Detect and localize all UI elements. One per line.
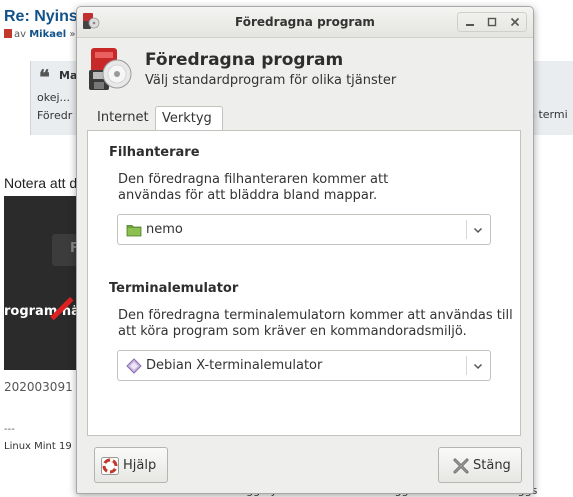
dialog-subheading: Välj standardprogram för olika tjänster bbox=[145, 73, 397, 88]
quote-line: Föredr bbox=[37, 109, 73, 122]
file-manager-description: Den föredragna filhanteraren kommer att … bbox=[118, 172, 389, 203]
combo-separator bbox=[466, 220, 467, 239]
terminal-selected: Debian X-terminalemulator bbox=[146, 358, 323, 373]
file-manager-selected: nemo bbox=[146, 222, 183, 237]
maximize-icon bbox=[487, 17, 497, 27]
close-icon bbox=[510, 17, 520, 27]
post-byline: av Mikael » . bbox=[4, 29, 82, 40]
chevron-down-icon bbox=[473, 227, 483, 234]
tab-panel-verktyg: Filhanterare Den föredragna filhanterare… bbox=[87, 130, 521, 436]
signature-divider: --- bbox=[4, 424, 15, 435]
dialog-header: Föredragna program Välj standardprogram … bbox=[77, 38, 533, 100]
title-bar[interactable]: Föredragna program bbox=[77, 7, 533, 38]
attachment-filename[interactable]: 202003091 bbox=[4, 380, 73, 394]
terminal-diamond-icon bbox=[126, 358, 142, 374]
post-note-text: Notera att d bbox=[4, 175, 78, 191]
quote-mark-icon: ❝ bbox=[39, 65, 50, 89]
tab-internet[interactable]: Internet bbox=[91, 106, 155, 130]
tab-verktyg[interactable]: Verktyg bbox=[155, 106, 223, 131]
preferred-applications-icon bbox=[89, 48, 132, 90]
help-button[interactable]: Hjälp bbox=[94, 447, 168, 483]
quote-line: okej... bbox=[37, 91, 71, 104]
close-window-button[interactable] bbox=[508, 15, 522, 29]
close-label: Stäng bbox=[473, 458, 511, 473]
minimize-icon bbox=[466, 24, 474, 26]
close-x-icon bbox=[453, 458, 469, 474]
maximize-button[interactable] bbox=[485, 15, 499, 29]
post-title[interactable]: Re: Nyins bbox=[4, 8, 78, 26]
screenshot-caption: rogram nä bbox=[4, 304, 80, 319]
file-manager-heading: Filhanterare bbox=[109, 145, 200, 160]
preferred-applications-dialog: Föredragna program Föredragna program Vä… bbox=[76, 6, 534, 494]
help-lifebuoy-icon bbox=[101, 457, 119, 475]
quote-author: Ma bbox=[59, 69, 78, 82]
file-manager-select[interactable]: nemo bbox=[117, 214, 491, 245]
terminal-heading: Terminalemulator bbox=[109, 281, 239, 296]
chevron-down-icon bbox=[473, 363, 483, 370]
dialog-heading: Föredragna program bbox=[145, 50, 344, 70]
combo-separator bbox=[466, 356, 467, 375]
help-label: Hjälp bbox=[123, 458, 157, 473]
terminal-select[interactable]: Debian X-terminalemulator bbox=[117, 350, 491, 381]
minimize-button[interactable] bbox=[463, 15, 477, 29]
post-doc-icon bbox=[4, 29, 12, 38]
signature-text: Linux Mint 19 bbox=[4, 441, 72, 452]
terminal-description: Den föredragna terminalemulatorn kommer … bbox=[118, 308, 513, 339]
post-author-link[interactable]: Mikael bbox=[29, 29, 66, 40]
folder-icon bbox=[126, 225, 142, 237]
close-button[interactable]: Stäng bbox=[438, 447, 522, 483]
